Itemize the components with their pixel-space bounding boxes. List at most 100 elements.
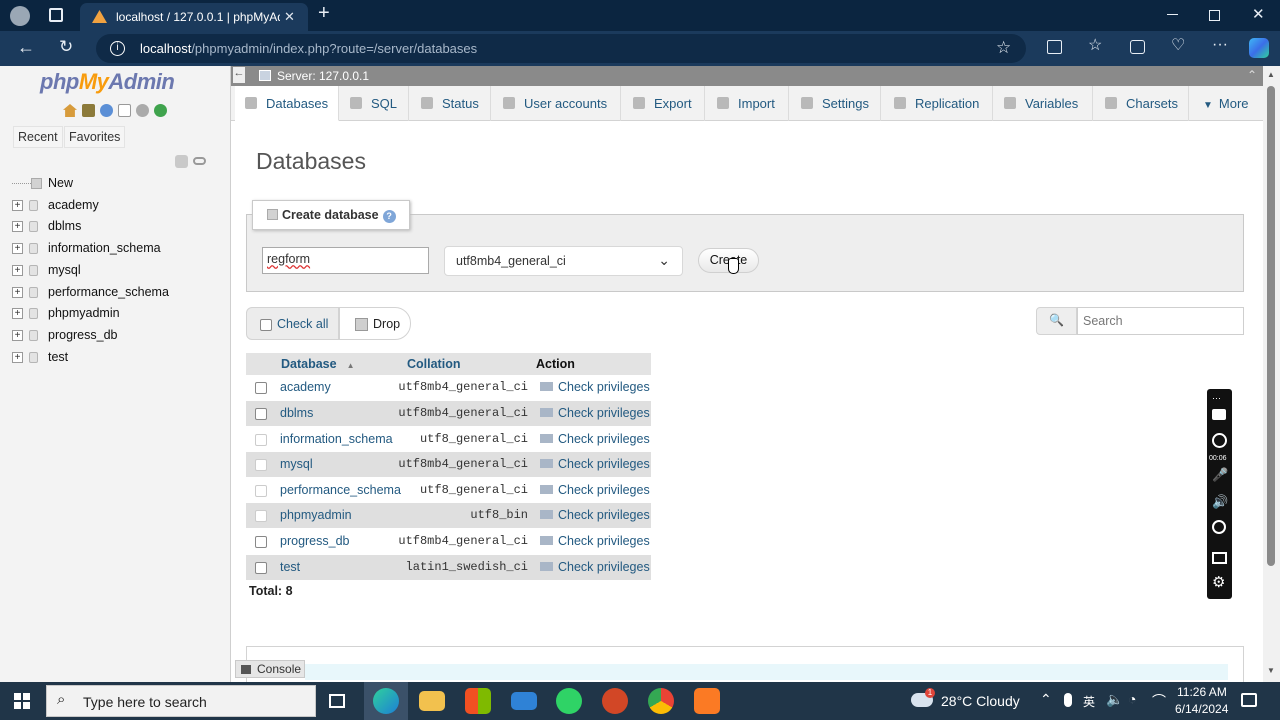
microphone-tray-icon[interactable]	[1064, 693, 1072, 707]
tab-variables[interactable]: Variables	[993, 86, 1093, 121]
tree-item-database[interactable]: + phpmyadmin	[12, 306, 120, 326]
tab-more[interactable]: ▼ More	[1189, 86, 1263, 121]
link-with-main-panel-icon[interactable]	[193, 157, 206, 165]
database-link[interactable]: dblms	[280, 406, 313, 420]
logout-icon[interactable]	[82, 104, 95, 117]
recent-button[interactable]: Recent	[13, 126, 63, 148]
chrome-icon[interactable]	[648, 688, 674, 714]
check-privileges-link[interactable]: Check privileges	[540, 508, 650, 522]
database-link[interactable]: progress_db	[280, 534, 350, 548]
clock-date[interactable]: 6/14/2024	[1175, 702, 1228, 716]
screen-select-icon[interactable]	[1212, 552, 1227, 564]
minimize-icon[interactable]	[1167, 14, 1178, 15]
database-link[interactable]: mysql	[280, 457, 313, 471]
docs-icon[interactable]	[118, 104, 131, 117]
help-icon[interactable]	[100, 104, 113, 117]
collation-select[interactable]: utf8mb4_general_ci ⌄	[444, 246, 683, 276]
wifi-icon[interactable]: ⌒	[1152, 691, 1166, 711]
file-explorer-icon[interactable]	[419, 691, 445, 711]
tree-item-database[interactable]: + information_schema	[12, 241, 161, 261]
tab-charsets[interactable]: Charsets	[1093, 86, 1189, 121]
column-header-collation[interactable]: Collation	[401, 353, 531, 375]
input-method-icon[interactable]: 英	[1083, 693, 1095, 710]
check-privileges-link[interactable]: Check privileges	[540, 534, 650, 548]
expand-icon[interactable]: +	[12, 287, 23, 299]
reload-navigation-icon[interactable]	[154, 104, 167, 117]
database-link[interactable]: academy	[280, 380, 331, 394]
record-icon[interactable]	[1212, 433, 1227, 448]
tab-sql[interactable]: SQL	[339, 86, 409, 121]
check-privileges-link[interactable]: Check privileges	[540, 380, 650, 394]
notifications-icon[interactable]	[1241, 693, 1257, 707]
speaker-icon[interactable]: 🔊	[1212, 495, 1228, 509]
expand-icon[interactable]: +	[12, 308, 23, 320]
collections-icon[interactable]	[1130, 40, 1145, 54]
camera-icon[interactable]	[1212, 409, 1226, 420]
tab-status[interactable]: Status	[409, 86, 491, 121]
check-privileges-link[interactable]: Check privileges	[540, 432, 650, 446]
profile-icon[interactable]	[10, 6, 30, 26]
phpmyadmin-logo[interactable]: phpMyAdmin	[40, 69, 175, 95]
xampp-icon[interactable]	[694, 688, 720, 714]
expand-icon[interactable]: +	[12, 265, 23, 277]
close-window-icon[interactable]: ✕	[1252, 7, 1265, 23]
task-view-icon[interactable]	[329, 694, 345, 708]
favorites-button[interactable]: Favorites	[64, 126, 126, 148]
network-icon[interactable]: ◔	[1128, 691, 1136, 707]
collapse-all-icon[interactable]	[175, 155, 188, 168]
search-input[interactable]	[1077, 307, 1244, 335]
server-label[interactable]: Server: 127.0.0.1	[277, 69, 369, 83]
collapse-header-icon[interactable]: ⌃	[1247, 68, 1257, 82]
tree-item-database[interactable]: + dblms	[12, 219, 81, 239]
scroll-down-arrow-icon[interactable]: ▼	[1267, 666, 1275, 675]
tree-item-database[interactable]: + progress_db	[12, 328, 118, 348]
tree-item-database[interactable]: + mysql	[12, 263, 81, 283]
scrollbar-thumb[interactable]	[1267, 86, 1275, 566]
tree-item-new[interactable]: New	[12, 176, 73, 196]
check-privileges-link[interactable]: Check privileges	[540, 560, 650, 574]
check-all-checkbox[interactable]	[260, 319, 272, 331]
back-icon[interactable]: ←	[17, 38, 35, 56]
weather-text[interactable]: 28°C Cloudy	[941, 693, 1020, 709]
row-checkbox[interactable]	[255, 382, 267, 394]
whatsapp-icon[interactable]	[556, 688, 582, 714]
url-field[interactable]: i localhost/phpmyadmin/index.php?route=/…	[96, 34, 1026, 63]
database-link[interactable]: information_schema	[280, 432, 393, 446]
check-privileges-link[interactable]: Check privileges	[540, 457, 650, 471]
browser-essentials-icon[interactable]: ♡	[1171, 38, 1185, 54]
tab-user-accounts[interactable]: User accounts	[491, 86, 621, 121]
tray-overflow-icon[interactable]: ⌃	[1040, 691, 1052, 708]
tree-item-database[interactable]: + academy	[12, 198, 99, 218]
new-tab-icon[interactable]: +	[318, 3, 330, 23]
restore-icon[interactable]	[1209, 10, 1220, 21]
check-privileges-link[interactable]: Check privileges	[540, 483, 650, 497]
microphone-icon[interactable]: 🎤	[1212, 468, 1228, 482]
check-all-button[interactable]: Check all	[246, 307, 339, 340]
database-name-input[interactable]: regform	[262, 247, 429, 274]
console-tab[interactable]: Console	[235, 660, 305, 678]
powerpoint-icon[interactable]	[602, 688, 628, 714]
collapse-sidebar-icon[interactable]: ←	[233, 67, 245, 83]
expand-icon[interactable]: +	[12, 330, 23, 342]
help-icon[interactable]: ?	[382, 210, 396, 223]
edge-browser-icon[interactable]	[373, 688, 399, 714]
database-link[interactable]: phpmyadmin	[280, 508, 352, 522]
tab-settings[interactable]: Settings	[789, 86, 881, 121]
expand-icon[interactable]: +	[12, 221, 23, 233]
tree-item-database[interactable]: + test	[12, 350, 68, 370]
tab-databases[interactable]: Databases	[235, 86, 339, 121]
windows-start-icon[interactable]	[14, 693, 30, 709]
drop-button[interactable]: Drop	[339, 307, 411, 340]
expand-icon[interactable]: +	[12, 200, 23, 212]
home-icon[interactable]	[63, 104, 77, 117]
scroll-up-arrow-icon[interactable]: ▲	[1267, 70, 1275, 79]
volume-icon[interactable]: 🔈	[1106, 691, 1123, 708]
site-info-icon[interactable]: i	[110, 41, 125, 56]
expand-icon[interactable]: +	[12, 352, 23, 364]
database-link[interactable]: performance_schema	[280, 483, 401, 497]
more-options-icon[interactable]: ···	[1212, 37, 1228, 53]
tree-item-database[interactable]: + performance_schema	[12, 285, 169, 305]
recorder-settings-icon[interactable]: ⚙	[1212, 575, 1225, 590]
page-scrollbar[interactable]: ▲ ▼	[1263, 66, 1280, 682]
row-checkbox[interactable]	[255, 562, 267, 574]
